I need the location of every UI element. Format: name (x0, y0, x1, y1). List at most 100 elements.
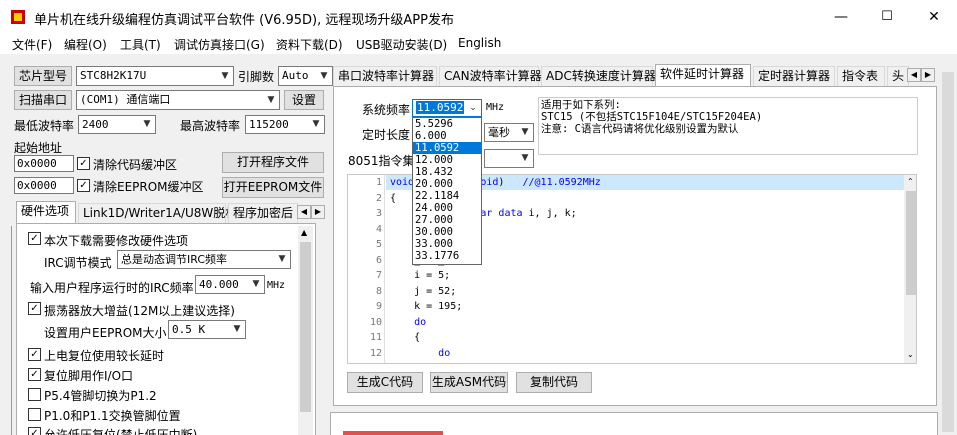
info-line: 适用于如下系列: (541, 99, 621, 111)
sys-freq-value: 11.0592 (416, 101, 465, 114)
start-address-label: 起始地址 (14, 141, 63, 155)
min-baud-select[interactable]: 2400 ▼ (78, 115, 156, 134)
scan-port-button[interactable]: 扫描串口 (14, 90, 72, 110)
menu-debug[interactable]: 调试仿真接口(G) (174, 36, 265, 53)
pin-count-select[interactable]: Auto ▼ (278, 66, 333, 86)
freq-option[interactable]: 12.000 (413, 154, 481, 166)
settings-button[interactable]: 设置 (284, 90, 324, 110)
freq-option[interactable]: 27.000 (413, 214, 481, 226)
chevron-down-icon: ▼ (521, 127, 529, 137)
sys-freq-dropdown-list[interactable]: 5.5296 6.000 11.0592 12.000 18.432 20.000 22.1… (412, 117, 482, 265)
tab-hardware-options[interactable]: 硬件选项 (16, 201, 76, 223)
p10-swap-checkbox[interactable] (28, 408, 41, 421)
osc-gain-checkbox[interactable]: ✓ (28, 302, 41, 315)
copy-code-button[interactable]: 复制代码 (516, 372, 592, 393)
clear-eeprom-label: 清除EEPROM缓冲区 (93, 180, 204, 194)
p54-checkbox[interactable] (28, 388, 41, 401)
minimize-button[interactable]: — (818, 0, 864, 34)
tab-offline-writer[interactable]: Link1D/Writer1A/U8W脱机 (78, 203, 237, 223)
irc-freq-select[interactable]: 40.000 ▼ (195, 275, 265, 294)
irc-freq-value: 40.000 (199, 278, 239, 291)
freq-option[interactable]: 22.1184 (413, 190, 481, 202)
low-voltage-checkbox[interactable]: ✓ (28, 427, 41, 435)
delay-unit-select[interactable]: 毫秒 ▼ (484, 123, 534, 142)
tab-adc-speed[interactable]: ADC转换速度计算器 (541, 66, 656, 86)
max-baud-value: 115200 (249, 118, 289, 131)
eeprom-size-select[interactable]: 0.5 K ▼ (168, 320, 246, 339)
tab-timer-calc[interactable]: 定时器计算器 (753, 66, 835, 86)
freq-option[interactable]: 30.000 (413, 226, 481, 238)
min-baud-label: 最低波特率 (14, 119, 75, 133)
power-reset-checkbox[interactable]: ✓ (28, 348, 41, 361)
generate-c-code-button[interactable]: 生成C代码 (347, 372, 423, 393)
scrollbar-thumb[interactable] (942, 72, 954, 432)
irc-freq-unit: MHz (267, 280, 286, 291)
freq-option[interactable]: 18.432 (413, 166, 481, 178)
maximize-button[interactable]: ☐ (864, 0, 910, 34)
irc-freq-label: 输入用户程序运行时的IRC频率 (30, 281, 194, 295)
window-scrollbar[interactable] (940, 56, 957, 435)
eeprom-size-label: 设置用户EEPROM大小 (44, 326, 167, 340)
scrollbar-thumb[interactable] (906, 191, 916, 295)
freq-option[interactable]: 33.000 (413, 238, 481, 250)
generate-asm-code-button[interactable]: 生成ASM代码 (430, 372, 508, 393)
menu-usb-driver[interactable]: USB驱动安装(D) (356, 36, 447, 53)
irc-mode-select[interactable]: 总是动态调节IRC频率 ▼ (117, 250, 291, 269)
code-scrollbar[interactable]: ⌃ ⌄ (904, 175, 916, 363)
chevron-down-icon: ▼ (233, 324, 241, 334)
freq-option[interactable]: 6.000 (413, 130, 481, 142)
open-eeprom-file-button[interactable]: 打开EEPROM文件 (222, 177, 324, 198)
code-line: do (438, 347, 451, 359)
menu-english[interactable]: English (458, 36, 501, 50)
scroll-up-icon[interactable]: ⌃ (907, 177, 914, 186)
port-value: (COM1) 通信端口 (80, 93, 171, 106)
app-window: 单片机在线升级编程仿真调试平台软件 (V6.95D), 远程现场升级APP发布 … (0, 0, 957, 435)
close-button[interactable]: ✕ (911, 0, 957, 34)
freq-option[interactable]: 11.0592 (413, 142, 481, 154)
freq-option[interactable]: 24.000 (413, 202, 481, 214)
open-program-file-button[interactable]: 打开程序文件 (222, 152, 324, 173)
tab-header[interactable]: 头 (887, 66, 909, 86)
clear-eeprom-checkbox[interactable]: ✓ (77, 179, 90, 192)
scrollbar-thumb[interactable] (300, 242, 311, 412)
eeprom-address-input[interactable]: 0x0000 (14, 177, 74, 194)
line-number: 2 (375, 192, 382, 204)
reset-io-checkbox[interactable]: ✓ (28, 368, 41, 381)
line-number: 11 (369, 332, 382, 343)
hw-scrollbar[interactable]: ▲ (298, 226, 313, 435)
menu-tools[interactable]: 工具(T) (120, 36, 161, 53)
max-baud-select[interactable]: 115200 ▼ (245, 115, 325, 134)
tab-scroll-right[interactable]: ▶ (311, 205, 325, 219)
title-bar: 单片机在线升级编程仿真调试平台软件 (V6.95D), 远程现场升级APP发布 … (0, 0, 957, 34)
menu-program[interactable]: 编程(O) (64, 36, 107, 53)
code-line: { (390, 332, 421, 343)
tab-instruction-table[interactable]: 指令表 (837, 66, 885, 86)
scroll-up-icon[interactable]: ▲ (301, 228, 307, 237)
clear-code-label: 清除代码缓冲区 (93, 158, 178, 172)
sys-freq-select[interactable]: 11.0592 ⌄ (412, 99, 482, 117)
chevron-down-icon: ▼ (320, 71, 328, 81)
scroll-down-icon[interactable]: ⌄ (907, 350, 914, 359)
tab-can-baud[interactable]: CAN波特率计算器 (439, 66, 542, 86)
port-select[interactable]: (COM1) 通信端口 ▼ (76, 90, 280, 110)
gutter-divider (384, 175, 385, 363)
freq-option[interactable]: 5.5296 (413, 118, 481, 130)
info-box: 适用于如下系列: STC15 (不包括STC15F104E/STC15F204E… (538, 97, 918, 155)
tab-scroll-left[interactable]: ◀ (297, 205, 311, 219)
menu-file[interactable]: 文件(F) (12, 36, 52, 53)
tab-uart-baud[interactable]: 串口波特率计算器 (333, 66, 437, 86)
tab-software-delay[interactable]: 软件延时计算器 (655, 64, 751, 86)
tab-encryption[interactable]: 程序加密后 (228, 203, 298, 223)
tab-scroll-left[interactable]: ◀ (907, 68, 921, 82)
instruction-set-select[interactable]: ▼ (484, 149, 534, 168)
freq-option[interactable]: 33.1776 (413, 250, 481, 262)
tab-scroll-right[interactable]: ▶ (921, 68, 935, 82)
clear-code-checkbox[interactable]: ✓ (77, 157, 90, 170)
modify-options-checkbox[interactable]: ✓ (28, 232, 41, 245)
chip-model-select[interactable]: STC8H2K17U ▼ (76, 66, 234, 86)
freq-option[interactable]: 20.000 (413, 178, 481, 190)
reset-io-label: 复位脚用作I/O口 (44, 369, 134, 383)
menu-download[interactable]: 资料下载(D) (276, 36, 343, 53)
code-address-input[interactable]: 0x0000 (14, 155, 74, 172)
chip-model-button[interactable]: 芯片型号 (14, 66, 72, 86)
